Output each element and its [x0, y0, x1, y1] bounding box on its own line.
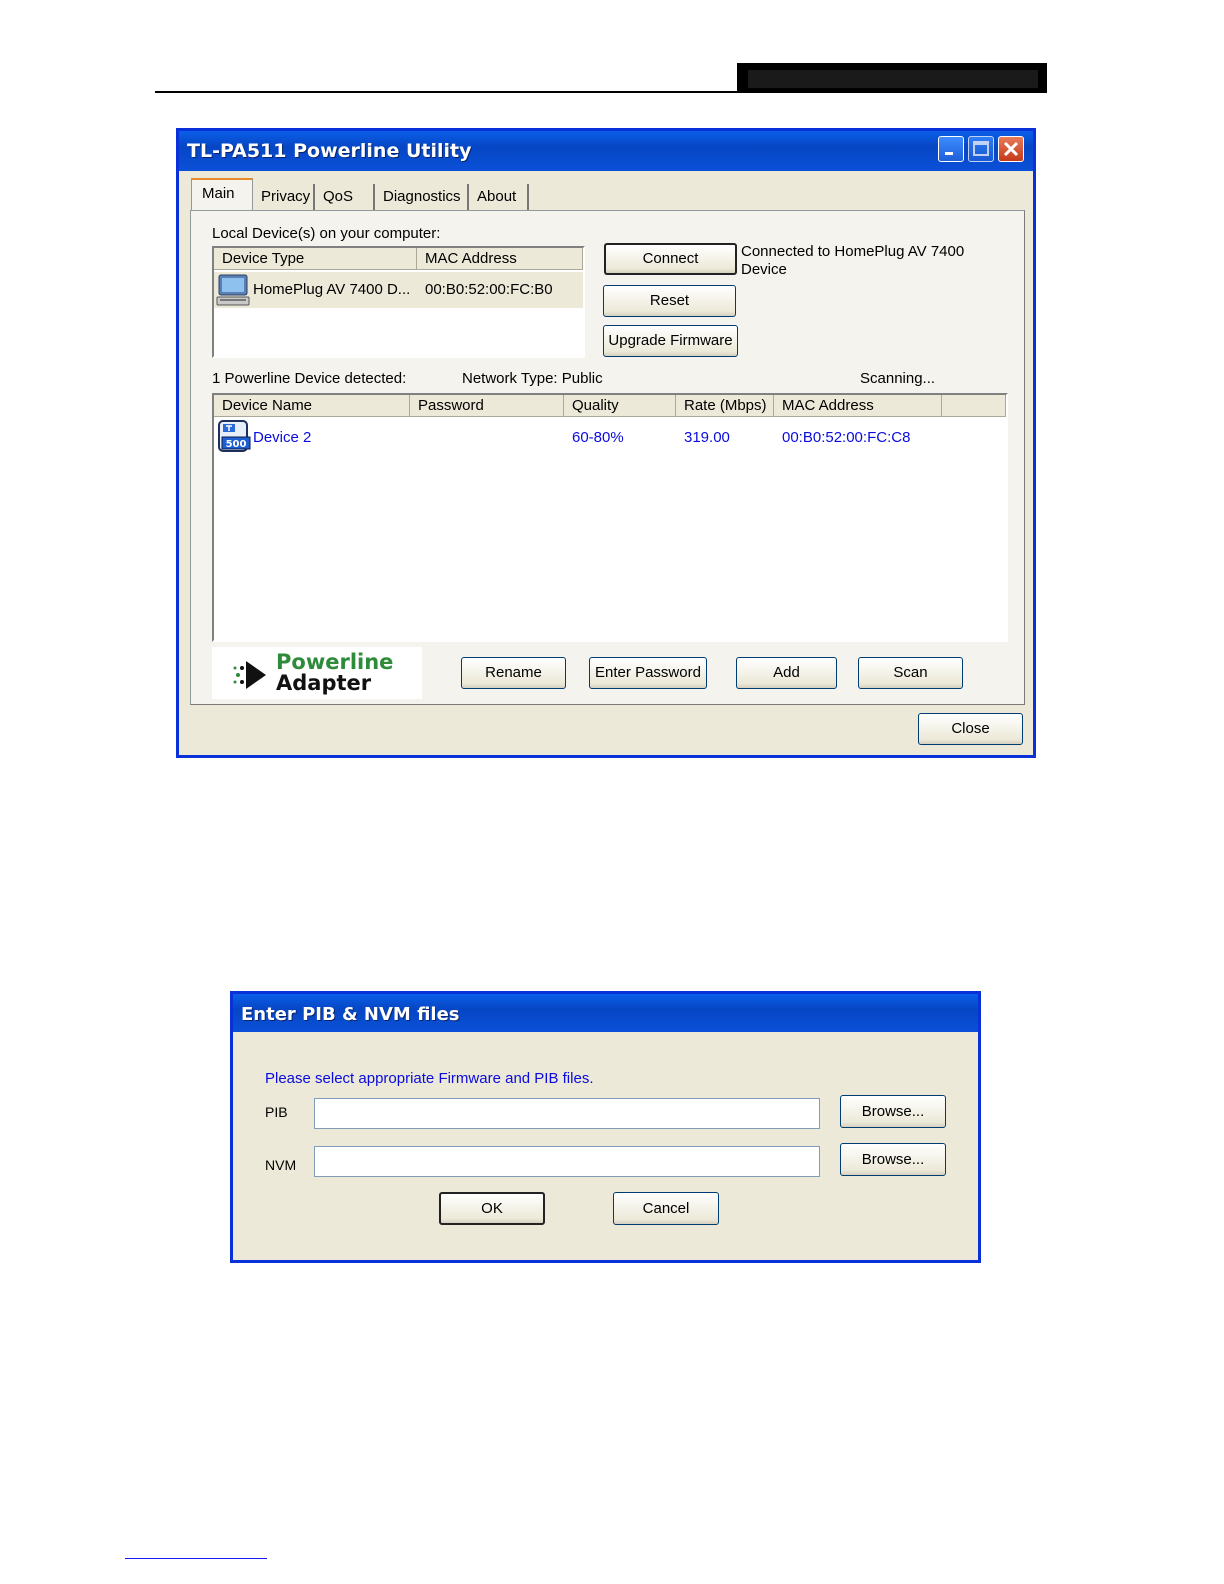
powerline-device-icon: 500 [218, 420, 251, 452]
powerline-utility-window: TL-PA511 Powerline Utility Main Privacy … [176, 128, 1036, 758]
remote-device-name: Device 2 [253, 429, 312, 446]
pib-nvm-dialog: Enter PIB & NVM files Please select appr… [230, 991, 981, 1263]
dialog-title-bar[interactable]: Enter PIB & NVM files [233, 994, 978, 1032]
cancel-label: Cancel [642, 1200, 690, 1217]
local-device-list[interactable]: Device Type MAC Address HomePlug AV 7400… [212, 246, 585, 358]
column-header-quality[interactable]: Quality [564, 395, 676, 417]
connection-status-line2: Device [741, 261, 787, 278]
tab-privacy-label: Privacy [261, 188, 311, 205]
pib-file-input[interactable] [314, 1098, 820, 1129]
tab-about-label: About [477, 188, 517, 205]
minimize-icon [945, 152, 953, 155]
close-button[interactable]: Close [918, 713, 1023, 745]
local-device-type: HomePlug AV 7400 D... [253, 281, 411, 298]
reset-button[interactable]: Reset [603, 285, 736, 317]
column-header-mac[interactable]: MAC Address [417, 248, 583, 270]
column-header-password[interactable]: Password [410, 395, 564, 417]
ok-label: OK [481, 1200, 503, 1217]
connect-label: Connect [642, 250, 699, 267]
nvm-file-input[interactable] [314, 1146, 820, 1177]
column-header-device-type[interactable]: Device Type [214, 248, 417, 270]
close-label: Close [951, 720, 990, 737]
logo-plug-icon [233, 661, 266, 689]
local-devices-label: Local Device(s) on your computer: [212, 225, 441, 242]
column-header-remote-mac[interactable]: MAC Address [774, 395, 942, 417]
close-icon [1003, 141, 1019, 157]
remote-device-quality: 60-80% [572, 429, 624, 446]
tab-main[interactable]: Main [191, 178, 253, 212]
footer-rule [125, 1558, 267, 1559]
connect-button[interactable]: Connect [604, 243, 737, 275]
header-block-inner [748, 70, 1038, 88]
main-tab-panel: Local Device(s) on your computer: Device… [190, 210, 1025, 705]
upgrade-firmware-label: Upgrade Firmware [608, 332, 733, 349]
tab-diagnostics[interactable]: Diagnostics [377, 184, 469, 210]
window-title: TL-PA511 Powerline Utility [187, 140, 472, 162]
rename-label: Rename [485, 664, 542, 681]
minimize-button[interactable] [938, 136, 964, 162]
pib-browse-label: Browse... [861, 1103, 925, 1120]
nvm-label: NVM [265, 1157, 297, 1173]
tab-about[interactable]: About [471, 184, 529, 210]
enter-password-button[interactable]: Enter Password [589, 657, 707, 689]
title-bar[interactable]: TL-PA511 Powerline Utility [179, 131, 1033, 171]
add-label: Add [773, 664, 800, 681]
powerline-adapter-logo: Powerline Adapter [212, 647, 422, 699]
dialog-instruction: Please select appropriate Firmware and P… [265, 1070, 594, 1087]
column-header-device-name[interactable]: Device Name [214, 395, 410, 417]
tab-qos-label: QoS [323, 188, 354, 205]
remote-device-row[interactable]: 500 Device 2 60-80% 319.00 00:B0:52:00:F… [214, 419, 1006, 455]
dialog-title: Enter PIB & NVM files [241, 1004, 460, 1025]
scan-label: Scan [893, 664, 928, 681]
local-device-mac: 00:B0:52:00:FC:B0 [425, 281, 553, 298]
reset-label: Reset [649, 292, 690, 309]
pib-browse-button[interactable]: Browse... [840, 1095, 946, 1128]
scan-button[interactable]: Scan [858, 657, 963, 689]
maximize-icon [973, 141, 989, 156]
nvm-browse-button[interactable]: Browse... [840, 1143, 946, 1176]
pib-label: PIB [265, 1104, 288, 1120]
enter-password-label: Enter Password [595, 664, 701, 681]
tab-qos[interactable]: QoS [317, 184, 375, 210]
tab-main-label: Main [202, 185, 235, 202]
detected-count-label: 1 Powerline Device detected: [212, 370, 407, 387]
add-button[interactable]: Add [736, 657, 837, 689]
nvm-browse-label: Browse... [861, 1151, 925, 1168]
remote-device-rate: 319.00 [684, 429, 730, 446]
remote-device-mac: 00:B0:52:00:FC:C8 [782, 429, 911, 446]
cancel-button[interactable]: Cancel [613, 1192, 719, 1225]
network-type-label: Network Type: Public [462, 370, 603, 387]
tab-diagnostics-label: Diagnostics [383, 188, 461, 205]
scanning-status: Scanning... [860, 370, 936, 387]
local-device-row[interactable]: HomePlug AV 7400 D... 00:B0:52:00:FC:B0 [214, 272, 583, 308]
computer-icon [216, 274, 250, 306]
close-window-button[interactable] [998, 136, 1024, 162]
tab-privacy[interactable]: Privacy [255, 184, 315, 210]
powerline-device-list[interactable]: Device Name Password Quality Rate (Mbps)… [212, 393, 1008, 642]
connection-status-line1: Connected to HomePlug AV 7400 [741, 243, 965, 260]
rename-button[interactable]: Rename [461, 657, 566, 689]
column-header-rate[interactable]: Rate (Mbps) [676, 395, 774, 417]
column-header-empty [942, 395, 1006, 417]
ok-button[interactable]: OK [439, 1192, 545, 1225]
logo-line2: Adapter [276, 671, 372, 695]
maximize-button[interactable] [968, 136, 994, 162]
upgrade-firmware-button[interactable]: Upgrade Firmware [603, 325, 738, 357]
svg-text:500: 500 [226, 439, 247, 450]
